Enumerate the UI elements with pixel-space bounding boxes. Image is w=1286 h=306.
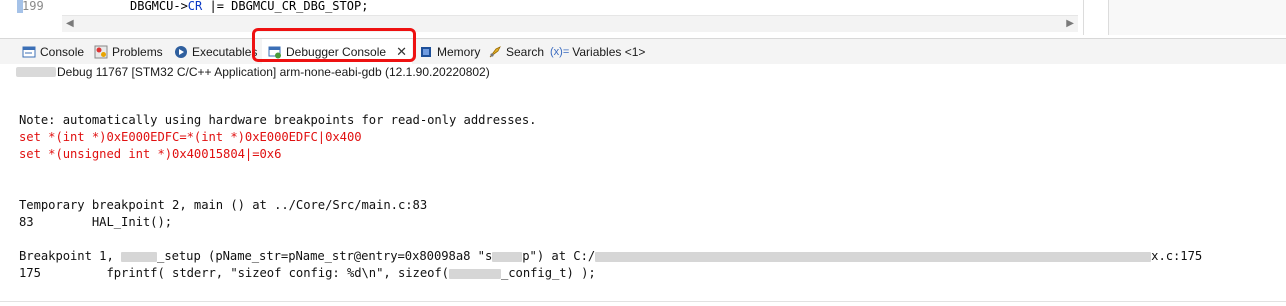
console-text: _config_t) ); [500,266,596,280]
horizontal-scrollbar[interactable]: ◀ ▶ [62,15,1078,32]
console-text: x.c:175 [1151,249,1203,263]
console-line: Breakpoint 1, _setup (pName_str=pName_st… [19,249,1202,263]
console-line: Temporary breakpoint 2, main () at ../Co… [19,198,428,212]
redacted-text [492,251,523,262]
tab-debugger-console[interactable]: Debugger Console ✕ [262,39,412,64]
close-icon[interactable]: ✕ [396,44,407,60]
tab-executables[interactable]: Executables [174,39,257,64]
tab-label: Executables [192,44,258,59]
code-suffix: |= DBGMCU_CR_DBG_STOP; [202,0,369,13]
executables-icon [174,45,188,59]
redacted-text [16,67,56,77]
console-line: 175 fprintf( stderr, "sizeof config: %d\… [19,266,596,280]
code-prefix: DBGMCU-> [130,0,188,13]
side-panel [1109,0,1286,35]
session-description: Debug 11767 [STM32 C/C++ Application] ar… [57,65,490,79]
console-text: 175 fprintf( stderr, "sizeof config: %d\… [19,266,449,280]
variables-icon: (x)= [550,45,570,58]
console-icon [22,45,36,59]
tab-variables[interactable]: (x)= Variables <1> [550,39,645,64]
console-line: Note: automatically using hardware break… [19,113,537,127]
redacted-text [448,268,501,279]
scroll-left-icon[interactable]: ◀ [66,18,74,29]
tab-label: Debugger Console [286,44,387,59]
console-text: _setup (pName_str=pName_str@entry=0x8009… [157,249,493,263]
tab-label: Problems [112,44,163,59]
tab-console[interactable]: Console [22,39,84,64]
line-number: 199 [22,0,44,13]
tab-label: Memory [437,44,481,59]
view-tab-bar: Console Problems Executables Debugger Co… [0,38,1286,64]
console-text: Breakpoint 1, [19,249,122,263]
problems-icon [94,45,108,59]
console-text: p") at C:/ [522,249,596,263]
divider [0,301,1286,302]
tab-search[interactable]: Search [488,39,544,64]
pane-divider [1083,0,1084,35]
tab-label: Search [506,44,545,59]
debugger-console-icon [268,45,282,59]
code-editor[interactable]: 199 DBGMCU->CR |= DBGMCU_CR_DBG_STOP; ◀ … [0,0,1286,35]
tab-label: Variables <1> [572,44,646,59]
console-line: 83 HAL_Init(); [19,215,173,229]
console-line: set *(unsigned int *)0x40015804|=0x6 [19,147,282,161]
code-keyword: CR [187,0,203,13]
redacted-text [121,251,158,262]
debugger-console-output[interactable]: Note: automatically using hardware break… [0,82,1286,306]
search-icon [488,45,502,59]
tab-memory[interactable]: Memory [419,39,480,64]
console-session-bar: Debug 11767 [STM32 C/C++ Application] ar… [0,64,1286,80]
code-line: DBGMCU->CR |= DBGMCU_CR_DBG_STOP; [130,0,368,13]
tab-label: Console [40,44,85,59]
redacted-text [595,251,1152,262]
console-line: set *(int *)0xE000EDFC=*(int *)0xE000EDF… [19,130,362,144]
scroll-right-icon[interactable]: ▶ [1066,18,1074,29]
memory-icon [419,45,433,59]
tab-problems[interactable]: Problems [94,39,163,64]
